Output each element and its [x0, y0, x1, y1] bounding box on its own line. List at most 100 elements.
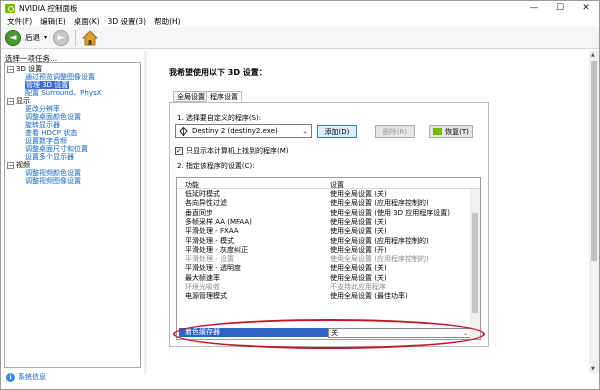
- show-found-programs-checkbox[interactable]: ✓ 只显示本计算机上找到的程序(M): [175, 146, 289, 156]
- window-title: NVIDIA 控制面板: [19, 3, 78, 13]
- step1-label: 1. 选择要自定义的程序(S):: [177, 114, 262, 122]
- menu-help[interactable]: 帮助(H): [154, 16, 181, 27]
- table-row[interactable]: 平滑处理 - 灰度纠正 使用全局设置 (开): [177, 246, 470, 255]
- scroll-up-icon[interactable]: ▲: [591, 52, 595, 58]
- feature-cell: 最大帧速率: [185, 273, 220, 282]
- nvidia-badge-icon: [433, 128, 443, 135]
- annotation-circle: [173, 319, 485, 349]
- feature-cell: 多帧采样 AA (MFAA): [185, 217, 252, 226]
- tree-category-video[interactable]: − 视频: [7, 161, 30, 169]
- table-row[interactable]: 垂直同步 使用全局设置 (使用 3D 应用程序设置): [177, 209, 470, 218]
- task-tree: −3D 设置 通过预览调整图像设置 管理 3D 设置 配置 Surround、P…: [4, 62, 141, 368]
- maximize-button[interactable]: ☐: [547, 1, 573, 15]
- setting-cell: 使用全局设置 (应用程序控制的): [330, 199, 429, 208]
- setting-cell: 使用全局设置 (最佳功率): [330, 292, 408, 301]
- tree-item-manage-3d-settings[interactable]: 管理 3D 设置: [25, 81, 70, 89]
- column-header-setting: 设置: [330, 181, 344, 189]
- checkbox-check-icon[interactable]: ✓: [175, 147, 183, 155]
- program-select-value: Destiny 2 (destiny2.exe): [192, 127, 278, 135]
- tree-item-hdcp-status[interactable]: 查看 HDCP 状态: [25, 129, 77, 137]
- feature-cell: 平滑处理 - 设置: [185, 255, 234, 264]
- tree-item-desktop-color[interactable]: 调整桌面颜色设置: [25, 113, 81, 121]
- tree-item-video-color[interactable]: 调整视频颜色设置: [25, 169, 81, 177]
- pane-splitter[interactable]: [144, 51, 147, 373]
- collapse-icon[interactable]: −: [7, 65, 14, 73]
- table-row[interactable]: 平滑处理 - 模式 使用全局设置 (应用程序控制的): [177, 237, 470, 246]
- setting-cell: 使用全局设置 (关): [330, 273, 387, 282]
- add-program-button[interactable]: 添加(D): [317, 125, 357, 138]
- setting-cell: 使用全局设置 (关): [330, 190, 387, 198]
- feature-cell: 平滑处理 - 透明度: [185, 264, 241, 273]
- menu-file[interactable]: 文件(F): [7, 16, 32, 27]
- tree-category-3d-settings[interactable]: −3D 设置: [7, 65, 42, 73]
- feature-cell: 平滑处理 - 灰度纠正: [185, 245, 248, 254]
- toolbar: ◄ 后退 ▾ ►: [1, 27, 599, 49]
- home-icon[interactable]: [82, 29, 98, 46]
- back-history-caret-icon[interactable]: ▾: [44, 34, 47, 41]
- collapse-icon[interactable]: −: [7, 161, 14, 169]
- tree-item-configure-surround-physx[interactable]: 配置 Surround、PhysX: [25, 89, 101, 97]
- feature-cell: 垂直同步: [185, 208, 213, 217]
- table-row[interactable]: 平滑处理 - FXAA 使用全局设置 (关): [177, 227, 470, 236]
- setting-cell: 使用全局设置 (使用 3D 应用程序设置): [330, 208, 450, 217]
- tree-category-display[interactable]: − 显示: [7, 97, 30, 105]
- menu-3d-settings[interactable]: 3D 设置(3): [108, 16, 147, 27]
- step2-label: 2. 指定该程序的设置(C):: [177, 162, 255, 170]
- title-bar: NVIDIA 控制面板 — ☐ ✕: [1, 1, 599, 15]
- settings-grid: 功能 设置 低延时模式 使用全局设置 (关) 各向异性过滤 使用全局设置 (应用程序…: [176, 177, 481, 340]
- system-info-link[interactable]: i 系统信息: [6, 372, 46, 382]
- restore-button[interactable]: 恢复(T): [429, 125, 473, 138]
- setting-cell: 使用全局设置 (开): [330, 245, 387, 254]
- table-row[interactable]: 低延时模式 使用全局设置 (关): [177, 190, 470, 199]
- back-arrow-icon[interactable]: ◄: [5, 29, 21, 46]
- collapse-icon[interactable]: −: [7, 97, 14, 105]
- tab-program-settings[interactable]: 程序设置: [206, 91, 242, 102]
- content-scrollbar[interactable]: ▲ ▼: [589, 51, 599, 373]
- feature-cell: 平滑处理 - FXAA: [185, 227, 239, 236]
- feature-cell: 各向异性过滤: [185, 199, 227, 208]
- minimize-button[interactable]: —: [521, 1, 547, 15]
- table-row[interactable]: 各向异性过滤 使用全局设置 (应用程序控制的): [177, 199, 470, 208]
- grid-header: 功能 设置: [177, 178, 480, 189]
- tree-item-digital-audio[interactable]: 设置数字音频: [25, 137, 67, 145]
- program-select[interactable]: Destiny 2 (destiny2.exe) ⌄: [175, 124, 312, 138]
- back-button-label[interactable]: 后退: [25, 32, 40, 43]
- tab-global-settings[interactable]: 全局设置: [173, 91, 209, 102]
- forward-arrow-icon[interactable]: ►: [53, 29, 70, 46]
- tree-category-label: 3D 设置: [16, 65, 43, 73]
- info-icon: i: [6, 372, 15, 382]
- table-row[interactable]: 最大帧速率 使用全局设置 (关): [177, 274, 470, 283]
- chevron-down-icon[interactable]: ⌄: [302, 127, 308, 135]
- setting-cell: 使用全局设置 (关): [330, 227, 387, 236]
- tree-item-rotate-display[interactable]: 旋转显示器: [25, 121, 60, 129]
- tree-item-video-image[interactable]: 调整视频图像设置: [25, 177, 81, 185]
- table-row[interactable]: 平滑处理 - 透明度 使用全局设置 (关): [177, 264, 470, 273]
- nvidia-logo-icon: [5, 3, 15, 13]
- close-button[interactable]: ✕: [573, 1, 599, 15]
- grid-scrollbar[interactable]: [470, 189, 480, 339]
- table-row[interactable]: 电源管理模式 使用全局设置 (最佳功率): [177, 292, 470, 301]
- scroll-down-icon[interactable]: ▼: [591, 366, 595, 372]
- table-row[interactable]: 环境光吸收 不支持此应用程序: [177, 283, 470, 292]
- tree-item-adjust-image-preview[interactable]: 通过预览调整图像设置: [25, 73, 95, 81]
- feature-cell: 电源管理模式: [185, 292, 227, 301]
- tree-item-multiple-displays[interactable]: 设置多个显示器: [25, 153, 74, 161]
- checkbox-label: 只显示本计算机上找到的程序(M): [186, 147, 289, 155]
- feature-cell: 低延时模式: [185, 190, 220, 198]
- menu-desktop[interactable]: 桌面(K): [74, 16, 100, 27]
- scroll-thumb[interactable]: [591, 61, 597, 261]
- grid-scroll-thumb[interactable]: [472, 213, 478, 313]
- system-info-label[interactable]: 系统信息: [18, 372, 46, 382]
- remove-program-button[interactable]: 删除(R): [375, 125, 415, 138]
- table-row[interactable]: 平滑处理 - 设置 使用全局设置 (应用程序控制的): [177, 255, 470, 264]
- tree-item-change-resolution[interactable]: 更改分辨率: [25, 105, 60, 113]
- setting-cell: 使用全局设置 (应用程序控制的): [330, 236, 429, 245]
- menu-edit[interactable]: 编辑(E): [40, 16, 66, 27]
- setting-cell: 使用全局设置 (关): [330, 217, 387, 226]
- tree-category-label: 显示: [16, 97, 30, 105]
- tree-item-desktop-size-position[interactable]: 调整桌面尺寸和位置: [25, 145, 88, 153]
- destiny-program-icon: [179, 126, 188, 136]
- setting-cell: 使用全局设置 (关): [330, 264, 387, 273]
- toolbar-divider: [75, 29, 77, 46]
- table-row[interactable]: 多帧采样 AA (MFAA) 使用全局设置 (关): [177, 218, 470, 227]
